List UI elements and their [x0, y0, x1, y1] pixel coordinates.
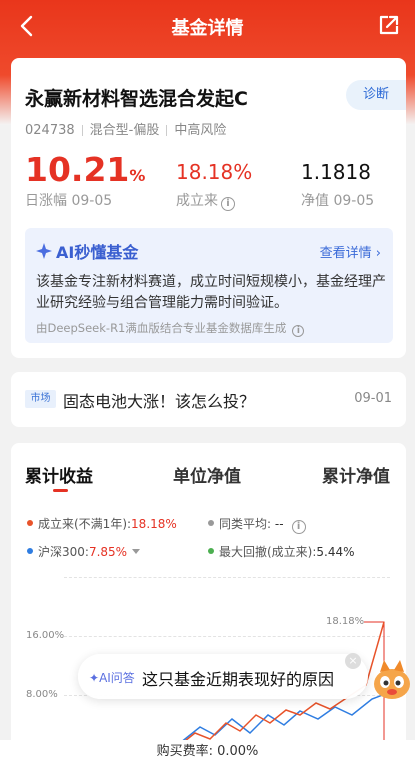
- legend-peer: 同类平均: -- i: [208, 515, 306, 534]
- ai-summary-card[interactable]: AI秒懂基金 查看详情 › 该基金专注新材料赛道，成立时间短规模小，基金经理产业…: [25, 228, 393, 343]
- ai-question-bubble[interactable]: ✦AI问答 这只基金近期表现好的原因 ×: [78, 653, 368, 699]
- purchase-fee: 购买费率: 0.00%: [0, 740, 415, 763]
- tab-underline: [53, 489, 68, 492]
- dropdown-icon: [132, 549, 141, 554]
- fund-code: 024738: [25, 123, 75, 138]
- daily-change-label: 日涨幅 09-05: [25, 193, 113, 209]
- ai-question-text: 这只基金近期表现好的原因: [142, 670, 335, 689]
- fund-type: 混合型-偏股: [89, 123, 160, 138]
- info-icon[interactable]: i: [221, 197, 235, 211]
- tab-cumulative-nav[interactable]: 累计净值: [322, 462, 390, 487]
- page-title: 基金详情: [171, 18, 244, 39]
- view-details-link[interactable]: 查看详情 ›: [320, 242, 381, 261]
- info-icon[interactable]: i: [292, 325, 305, 337]
- since-inception-value: 18.18%: [176, 160, 253, 184]
- fund-summary-card: 永赢新材料智选混合发起C 诊断 024738 混合型-偏股 中高风险 10.21% …: [11, 58, 406, 358]
- news-headline: 固态电池大涨！该怎么投？: [63, 392, 256, 411]
- legend-drawdown: 最大回撤(成立来):5.44%: [208, 543, 355, 560]
- info-icon[interactable]: i: [291, 520, 306, 534]
- chevron-right-icon: ›: [375, 246, 381, 261]
- fund-meta: 024738 混合型-偏股 中高风险: [25, 119, 226, 138]
- news-tag: 市场: [25, 390, 56, 408]
- legend-fund: 成立来(不满1年):18.18%: [27, 515, 177, 532]
- ai-summary-title: AI秒懂基金: [35, 239, 138, 263]
- nav-value: 1.1818: [301, 160, 371, 184]
- mascot-icon[interactable]: [370, 656, 414, 702]
- fund-risk: 中高风险: [174, 123, 227, 138]
- daily-change-value: 10.21%: [25, 150, 146, 189]
- legend-index[interactable]: 沪深300:7.85%: [27, 543, 141, 560]
- grid-line: [64, 577, 390, 578]
- share-icon[interactable]: [377, 13, 401, 37]
- fund-name: 永赢新材料智选混合发起C: [25, 88, 248, 110]
- nav-label: 净值 09-05: [301, 193, 375, 209]
- ai-source-note: 由DeepSeek-R1满血版结合专业基金数据库生成 i: [36, 320, 305, 337]
- tab-cumulative-return[interactable]: 累计收益: [25, 462, 93, 487]
- sparkle-icon: [36, 243, 52, 259]
- tab-unit-nav[interactable]: 单位净值: [173, 462, 241, 487]
- nav-bar: 基金详情: [0, 0, 415, 52]
- series-line-index: [179, 692, 391, 744]
- close-icon[interactable]: ×: [345, 653, 361, 669]
- ai-summary-text: 该基金专注新材料赛道，成立时间短规模小，基金经理产业研究经验与组合管理能力需时间…: [36, 274, 386, 311]
- diagnose-button[interactable]: 诊断: [346, 80, 406, 110]
- news-date: 09-01: [354, 391, 392, 406]
- news-card[interactable]: 市场 固态电池大涨！该怎么投？ 09-01: [11, 372, 406, 427]
- ai-qa-tag: ✦AI问答: [89, 671, 135, 685]
- since-inception-label: 成立来 i: [176, 190, 235, 211]
